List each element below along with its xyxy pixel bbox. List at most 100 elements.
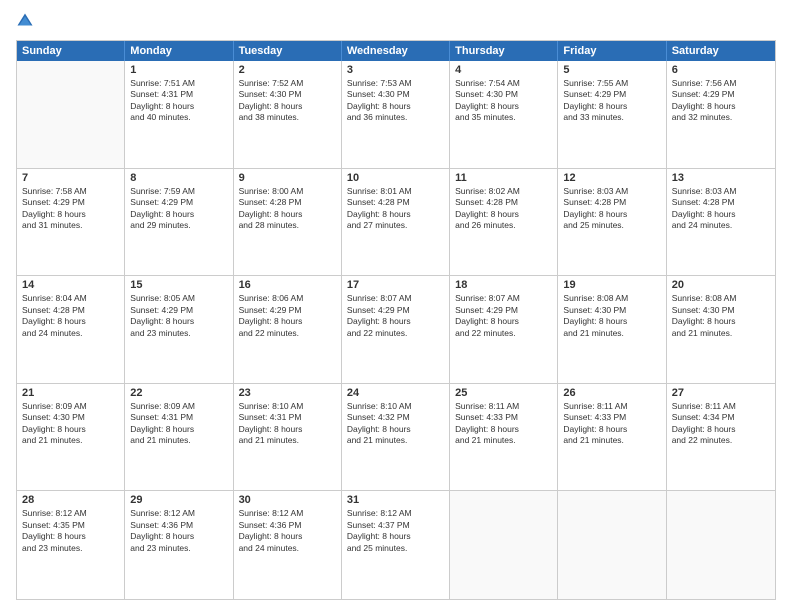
- header: [16, 12, 776, 30]
- calendar-header: SundayMondayTuesdayWednesdayThursdayFrid…: [17, 41, 775, 61]
- calendar-body: 1 Sunrise: 7:51 AM Sunset: 4:31 PM Daylig…: [17, 61, 775, 599]
- cell-info: Sunrise: 8:05 AM Sunset: 4:29 PM Dayligh…: [130, 293, 227, 339]
- page: SundayMondayTuesdayWednesdayThursdayFrid…: [0, 0, 792, 612]
- calendar-cell: 19 Sunrise: 8:08 AM Sunset: 4:30 PM Dayli…: [558, 276, 666, 383]
- day-number: 1: [130, 64, 227, 76]
- header-day-thursday: Thursday: [450, 41, 558, 61]
- calendar-cell: 15Sunrise: 8:05 AM Sunset: 4:29 PM Dayli…: [125, 276, 233, 383]
- day-number: 11: [455, 172, 552, 184]
- calendar-cell: 28Sunrise: 8:12 AM Sunset: 4:35 PM Dayli…: [17, 491, 125, 599]
- day-number: 14: [22, 279, 119, 291]
- cell-info: Sunrise: 7:55 AM Sunset: 4:29 PM Dayligh…: [563, 78, 660, 124]
- calendar-cell: 17 Sunrise: 8:07 AM Sunset: 4:29 PM Dayli…: [342, 276, 450, 383]
- calendar-cell: [558, 491, 666, 599]
- cell-info: Sunrise: 8:12 AM Sunset: 4:36 PM Dayligh…: [239, 508, 336, 554]
- cell-info: Sunrise: 8:03 AM Sunset: 4:28 PM Dayligh…: [563, 186, 660, 232]
- cell-info: Sunrise: 8:08 AM Sunset: 4:30 PM Dayligh…: [563, 293, 660, 339]
- cell-info: Sunrise: 8:09 AM Sunset: 4:31 PM Dayligh…: [130, 401, 227, 447]
- logo-icon: [16, 12, 34, 30]
- calendar-row: 28Sunrise: 8:12 AM Sunset: 4:35 PM Dayli…: [17, 491, 775, 599]
- calendar-cell: 2 Sunrise: 7:52 AM Sunset: 4:30 PM Daylig…: [234, 61, 342, 168]
- day-number: 23: [239, 387, 336, 399]
- day-number: 29: [130, 494, 227, 506]
- calendar-cell: 8 Sunrise: 7:59 AM Sunset: 4:29 PM Daylig…: [125, 169, 233, 276]
- day-number: 26: [563, 387, 660, 399]
- day-number: 16: [239, 279, 336, 291]
- calendar-cell: 14 Sunrise: 8:04 AM Sunset: 4:28 PM Dayli…: [17, 276, 125, 383]
- header-day-sunday: Sunday: [17, 41, 125, 61]
- day-number: 25: [455, 387, 552, 399]
- calendar-cell: 31 Sunrise: 8:12 AM Sunset: 4:37 PM Dayli…: [342, 491, 450, 599]
- calendar-cell: 18Sunrise: 8:07 AM Sunset: 4:29 PM Dayli…: [450, 276, 558, 383]
- day-number: 8: [130, 172, 227, 184]
- day-number: 17: [347, 279, 444, 291]
- cell-info: Sunrise: 7:54 AM Sunset: 4:30 PM Dayligh…: [455, 78, 552, 124]
- cell-info: Sunrise: 8:04 AM Sunset: 4:28 PM Dayligh…: [22, 293, 119, 339]
- cell-info: Sunrise: 7:51 AM Sunset: 4:31 PM Dayligh…: [130, 78, 227, 124]
- day-number: 20: [672, 279, 770, 291]
- calendar-cell: 12 Sunrise: 8:03 AM Sunset: 4:28 PM Dayli…: [558, 169, 666, 276]
- cell-info: Sunrise: 8:12 AM Sunset: 4:36 PM Dayligh…: [130, 508, 227, 554]
- header-day-friday: Friday: [558, 41, 666, 61]
- day-number: 10: [347, 172, 444, 184]
- calendar: SundayMondayTuesdayWednesdayThursdayFrid…: [16, 40, 776, 600]
- cell-info: Sunrise: 8:10 AM Sunset: 4:32 PM Dayligh…: [347, 401, 444, 447]
- cell-info: Sunrise: 8:01 AM Sunset: 4:28 PM Dayligh…: [347, 186, 444, 232]
- calendar-cell: 3Sunrise: 7:53 AM Sunset: 4:30 PM Daylig…: [342, 61, 450, 168]
- calendar-cell: 13 Sunrise: 8:03 AM Sunset: 4:28 PM Dayli…: [667, 169, 775, 276]
- calendar-cell: 4 Sunrise: 7:54 AM Sunset: 4:30 PM Daylig…: [450, 61, 558, 168]
- header-day-monday: Monday: [125, 41, 233, 61]
- day-number: 9: [239, 172, 336, 184]
- calendar-cell: 10 Sunrise: 8:01 AM Sunset: 4:28 PM Dayli…: [342, 169, 450, 276]
- day-number: 13: [672, 172, 770, 184]
- cell-info: Sunrise: 8:12 AM Sunset: 4:37 PM Dayligh…: [347, 508, 444, 554]
- cell-info: Sunrise: 8:03 AM Sunset: 4:28 PM Dayligh…: [672, 186, 770, 232]
- calendar-cell: 20 Sunrise: 8:08 AM Sunset: 4:30 PM Dayli…: [667, 276, 775, 383]
- calendar-cell: [17, 61, 125, 168]
- day-number: 5: [563, 64, 660, 76]
- day-number: 31: [347, 494, 444, 506]
- day-number: 18: [455, 279, 552, 291]
- cell-info: Sunrise: 8:11 AM Sunset: 4:33 PM Dayligh…: [563, 401, 660, 447]
- calendar-cell: 23 Sunrise: 8:10 AM Sunset: 4:31 PM Dayli…: [234, 384, 342, 491]
- cell-info: Sunrise: 8:08 AM Sunset: 4:30 PM Dayligh…: [672, 293, 770, 339]
- calendar-cell: [450, 491, 558, 599]
- cell-info: Sunrise: 8:02 AM Sunset: 4:28 PM Dayligh…: [455, 186, 552, 232]
- cell-info: Sunrise: 8:10 AM Sunset: 4:31 PM Dayligh…: [239, 401, 336, 447]
- calendar-cell: [667, 491, 775, 599]
- calendar-cell: 9 Sunrise: 8:00 AM Sunset: 4:28 PM Daylig…: [234, 169, 342, 276]
- cell-info: Sunrise: 8:00 AM Sunset: 4:28 PM Dayligh…: [239, 186, 336, 232]
- calendar-cell: 26 Sunrise: 8:11 AM Sunset: 4:33 PM Dayli…: [558, 384, 666, 491]
- cell-info: Sunrise: 7:52 AM Sunset: 4:30 PM Dayligh…: [239, 78, 336, 124]
- logo: [16, 12, 37, 30]
- calendar-cell: 7 Sunrise: 7:58 AM Sunset: 4:29 PM Daylig…: [17, 169, 125, 276]
- cell-info: Sunrise: 8:07 AM Sunset: 4:29 PM Dayligh…: [347, 293, 444, 339]
- calendar-cell: 16 Sunrise: 8:06 AM Sunset: 4:29 PM Dayli…: [234, 276, 342, 383]
- calendar-cell: 11 Sunrise: 8:02 AM Sunset: 4:28 PM Dayli…: [450, 169, 558, 276]
- day-number: 27: [672, 387, 770, 399]
- day-number: 2: [239, 64, 336, 76]
- calendar-cell: 27Sunrise: 8:11 AM Sunset: 4:34 PM Dayli…: [667, 384, 775, 491]
- cell-info: Sunrise: 7:53 AM Sunset: 4:30 PM Dayligh…: [347, 78, 444, 124]
- calendar-row: 14 Sunrise: 8:04 AM Sunset: 4:28 PM Dayli…: [17, 276, 775, 384]
- calendar-cell: 5 Sunrise: 7:55 AM Sunset: 4:29 PM Daylig…: [558, 61, 666, 168]
- header-day-saturday: Saturday: [667, 41, 775, 61]
- cell-info: Sunrise: 7:59 AM Sunset: 4:29 PM Dayligh…: [130, 186, 227, 232]
- day-number: 7: [22, 172, 119, 184]
- header-day-tuesday: Tuesday: [234, 41, 342, 61]
- day-number: 24: [347, 387, 444, 399]
- calendar-cell: 24 Sunrise: 8:10 AM Sunset: 4:32 PM Dayli…: [342, 384, 450, 491]
- day-number: 22: [130, 387, 227, 399]
- day-number: 6: [672, 64, 770, 76]
- cell-info: Sunrise: 7:58 AM Sunset: 4:29 PM Dayligh…: [22, 186, 119, 232]
- cell-info: Sunrise: 8:12 AM Sunset: 4:35 PM Dayligh…: [22, 508, 119, 554]
- day-number: 4: [455, 64, 552, 76]
- day-number: 12: [563, 172, 660, 184]
- calendar-cell: 1 Sunrise: 7:51 AM Sunset: 4:31 PM Daylig…: [125, 61, 233, 168]
- calendar-cell: 21Sunrise: 8:09 AM Sunset: 4:30 PM Dayli…: [17, 384, 125, 491]
- calendar-cell: 25Sunrise: 8:11 AM Sunset: 4:33 PM Dayli…: [450, 384, 558, 491]
- day-number: 19: [563, 279, 660, 291]
- calendar-row: 21Sunrise: 8:09 AM Sunset: 4:30 PM Dayli…: [17, 384, 775, 492]
- day-number: 21: [22, 387, 119, 399]
- cell-info: Sunrise: 8:06 AM Sunset: 4:29 PM Dayligh…: [239, 293, 336, 339]
